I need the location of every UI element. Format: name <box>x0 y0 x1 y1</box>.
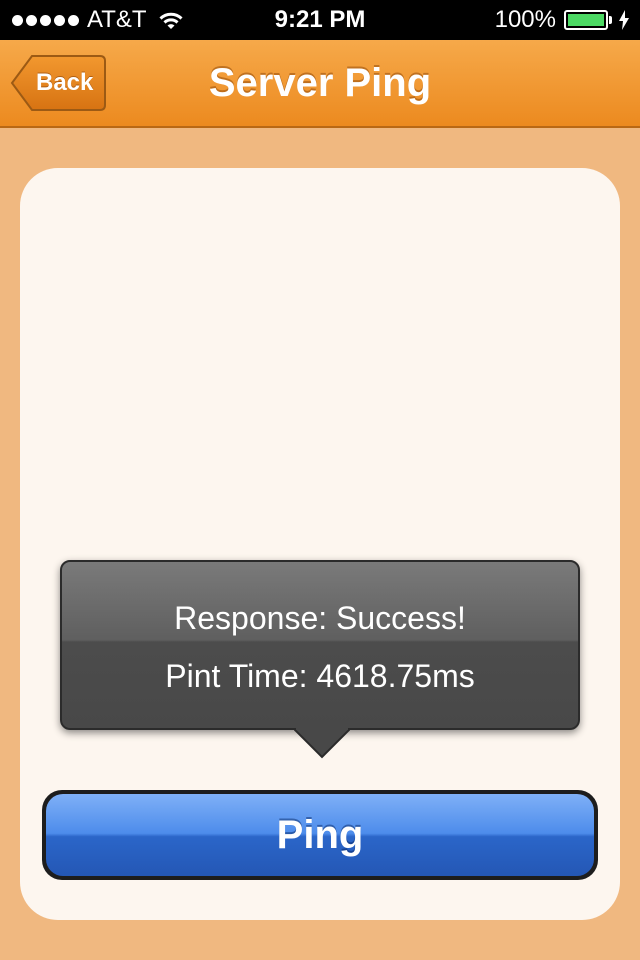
navigation-bar: Back Server Ping <box>0 40 640 128</box>
status-bar: AT&T 9:21 PM 100% <box>0 0 640 40</box>
battery-percent: 100% <box>494 6 556 33</box>
ping-button[interactable]: Ping <box>42 790 598 880</box>
response-status-text: Response: Success! <box>174 600 466 636</box>
ping-button-face: Ping <box>46 794 594 876</box>
page-title: Server Ping <box>208 61 432 105</box>
ping-button-label: Ping <box>276 812 364 857</box>
ping-time-text: Pint Time: 4618.75ms <box>165 658 475 694</box>
status-right: 100% <box>495 0 630 40</box>
popover-arrow-icon <box>294 728 350 759</box>
charging-bolt-icon <box>619 10 629 30</box>
battery-icon <box>564 10 608 30</box>
response-popover: Response: Success! Pint Time: 4618.75ms <box>60 560 580 730</box>
